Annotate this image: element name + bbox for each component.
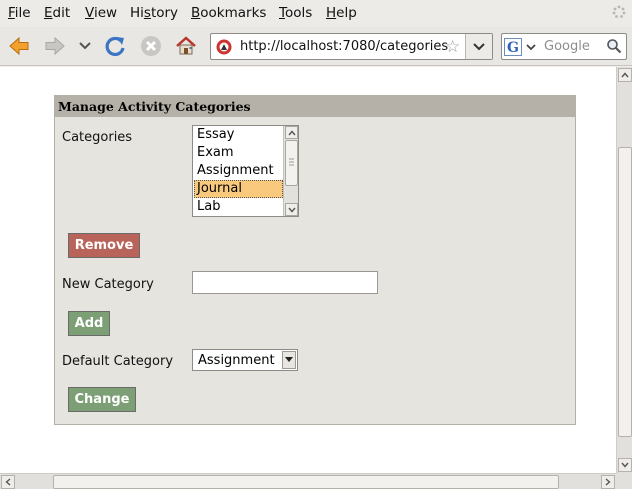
add-button[interactable]: Add <box>68 311 110 336</box>
site-favicon-icon <box>216 39 232 55</box>
stop-button[interactable] <box>138 33 164 59</box>
search-engine-selector[interactable]: G <box>504 37 539 56</box>
menu-tools[interactable]: Tools <box>279 5 312 21</box>
bookmark-star-icon[interactable]: ☆ <box>445 37 460 57</box>
category-option[interactable]: Assignment <box>194 162 283 180</box>
scrollbar-corner <box>616 473 632 489</box>
panel-title: Manage Activity Categories <box>58 99 251 114</box>
menu-file[interactable]: File <box>8 5 31 21</box>
listbox-scroll-down-button[interactable] <box>285 203 298 216</box>
vertical-scroll-thumb[interactable] <box>618 147 632 437</box>
menu-bookmarks[interactable]: Bookmarks <box>191 5 266 21</box>
new-category-label: New Category <box>62 277 154 292</box>
listbox-scrollbar[interactable] <box>283 126 298 216</box>
page-vertical-scrollbar[interactable] <box>616 67 632 473</box>
default-category-value: Assignment <box>198 353 275 368</box>
url-text[interactable]: http://localhost:7080/categories <box>240 39 454 54</box>
chevron-down-icon <box>473 42 485 50</box>
category-option[interactable]: Lab <box>194 198 283 216</box>
scroll-up-button[interactable] <box>618 68 632 82</box>
chevron-down-icon <box>287 207 296 213</box>
scroll-down-button[interactable] <box>618 458 632 472</box>
manage-categories-panel: Manage Activity Categories Categories Es… <box>54 95 576 425</box>
grip-icon <box>289 158 294 166</box>
category-option[interactable]: Exam <box>194 144 283 162</box>
scroll-right-button[interactable] <box>601 475 615 489</box>
categories-label: Categories <box>62 130 133 145</box>
menu-help[interactable]: Help <box>326 5 357 21</box>
google-icon: G <box>504 37 522 56</box>
search-input[interactable]: Google <box>544 39 590 54</box>
home-button[interactable] <box>173 33 199 59</box>
panel-header: Manage Activity Categories <box>55 96 575 117</box>
chevron-down-icon <box>526 43 536 50</box>
category-option[interactable]: Essay <box>194 126 283 144</box>
url-dropdown-button[interactable] <box>465 34 492 59</box>
scroll-left-button[interactable] <box>1 475 15 489</box>
chevron-right-icon <box>605 478 611 486</box>
horizontal-scroll-thumb[interactable] <box>53 475 559 489</box>
category-option-selected[interactable]: Journal <box>194 180 283 198</box>
throbber-icon <box>612 5 626 18</box>
back-arrow-icon <box>9 36 29 56</box>
url-bar[interactable]: http://localhost:7080/categories ☆ <box>210 33 493 60</box>
new-category-input[interactable] <box>192 271 378 294</box>
remove-button[interactable]: Remove <box>68 233 140 258</box>
listbox-scroll-up-button[interactable] <box>285 126 298 139</box>
forward-arrow-icon <box>45 36 65 56</box>
change-button[interactable]: Change <box>68 387 136 412</box>
stop-icon <box>141 36 161 56</box>
search-icon[interactable] <box>606 38 622 54</box>
listbox-scroll-thumb[interactable] <box>285 140 298 186</box>
back-button[interactable] <box>6 33 32 59</box>
reload-button[interactable] <box>102 33 128 59</box>
default-category-select[interactable]: Assignment <box>192 349 298 371</box>
home-icon <box>176 36 196 55</box>
navigation-toolbar: http://localhost:7080/categories ☆ G Goo… <box>0 27 632 66</box>
reload-icon <box>105 36 125 57</box>
menu-edit[interactable]: Edit <box>44 5 70 21</box>
chevron-left-icon <box>5 478 11 486</box>
menu-view[interactable]: View <box>85 5 117 21</box>
select-dropdown-button[interactable] <box>282 351 296 369</box>
page-content: Manage Activity Categories Categories Es… <box>0 67 616 473</box>
menu-history[interactable]: History <box>130 5 178 21</box>
chevron-up-icon <box>621 72 629 78</box>
page-horizontal-scrollbar[interactable] <box>0 473 616 489</box>
default-category-label: Default Category <box>62 354 174 369</box>
svg-text:G: G <box>507 40 519 56</box>
chevron-down-icon <box>79 42 91 50</box>
menubar: File Edit View History Bookmarks Tools H… <box>0 0 632 27</box>
categories-listbox[interactable]: Essay Exam Assignment Journal Lab <box>192 125 299 217</box>
chevron-down-icon <box>621 462 629 468</box>
forward-button[interactable] <box>42 33 68 59</box>
dropdown-arrow-icon <box>285 357 293 362</box>
chevron-up-icon <box>287 129 296 135</box>
history-dropdown-button[interactable] <box>74 33 96 59</box>
search-bar[interactable]: G Google <box>501 33 627 60</box>
